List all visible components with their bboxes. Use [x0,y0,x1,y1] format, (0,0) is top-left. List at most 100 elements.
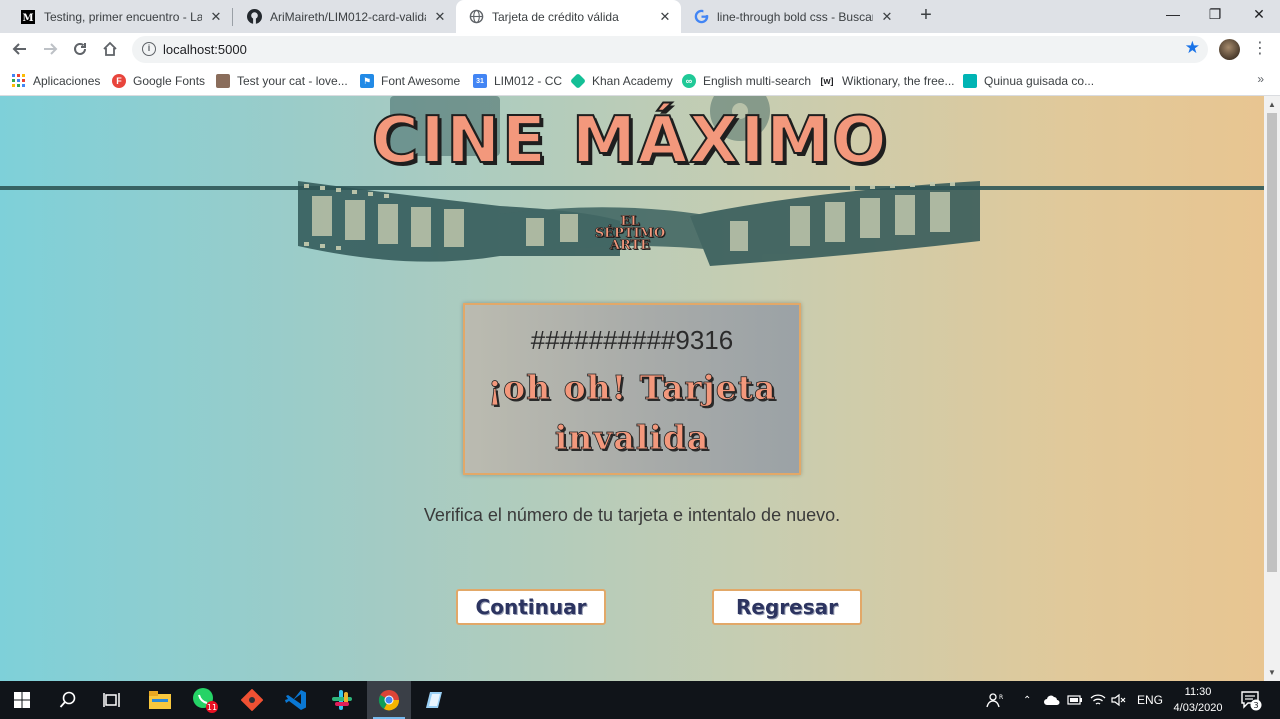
tab-testing[interactable]: M Testing, primer encuentro - Labo ✕ [8,0,232,33]
bookmark-label: Test your cat - love... [237,74,348,88]
close-window-button[interactable]: ✕ [1236,0,1280,30]
vscode-icon[interactable] [274,681,318,719]
verify-instructions: Verifica el número de tu tarjeta e inten… [423,505,841,525]
bookmark-label: Khan Academy [592,74,673,88]
multi-search-icon: ∞ [682,74,696,88]
minimize-button[interactable]: — [1150,0,1196,30]
system-clock[interactable]: 11:30 4/03/2020 [1170,684,1226,716]
clock-date: 4/03/2020 [1173,702,1223,714]
git-kraken-icon[interactable] [230,681,274,719]
scroll-up-icon[interactable]: ▲ [1268,100,1276,109]
notes-app-icon[interactable] [412,681,456,719]
action-center-icon[interactable]: 3 [1240,689,1262,711]
windows-taskbar: 11 R ⌃ ENG 11:30 4/03/2020 3 [0,681,1280,719]
result-line: ¡oh oh! Tarjeta [487,368,777,408]
masked-card-number: ##########9316 [530,325,734,355]
new-tab-button[interactable]: + [914,4,938,28]
tab-close-icon[interactable]: ✕ [208,9,224,25]
bookmark-label: Font Awesome [381,74,461,88]
google-icon [693,9,709,25]
github-icon [246,9,262,25]
invalid-card-message: ¡oh oh! Tarjeta invalida [465,363,799,463]
browser-toolbar: i localhost:5000 ★ [0,33,1280,66]
search-icon[interactable] [46,681,90,719]
bookmark-label: Quinua guisada co... [984,74,1095,88]
file-explorer-icon[interactable] [138,681,182,719]
medium-icon: M [20,9,36,25]
google-fonts-icon: F [112,74,126,88]
browser-menu-icon[interactable]: ⋮ [1252,38,1268,60]
continue-button[interactable]: Continuar [456,589,606,625]
font-awesome-icon: ⚑ [360,74,374,88]
bookmark-test-your-cat[interactable]: Test your cat - love... [216,72,348,90]
bookmark-label: Google Fonts [133,74,206,88]
bookmark-khan-academy[interactable]: Khan Academy [570,72,673,90]
reload-icon[interactable] [68,37,92,61]
brand-tagline: EL SÉPTIMO ARTE [580,215,680,253]
cat-icon [216,74,230,88]
tab-close-icon[interactable]: ✕ [879,9,895,25]
tab-close-icon[interactable]: ✕ [657,9,673,25]
result-line: invalida [554,418,710,458]
bookmark-label: Aplicaciones [33,74,101,88]
brand-title: CINE MÁXIMO [371,103,889,179]
bookmark-wiktionary[interactable]: [w] Wiktionary, the free... [819,72,955,90]
svg-text:M: M [22,13,33,24]
khan-academy-icon [570,73,586,89]
scrollbar-thumb[interactable] [1267,113,1277,572]
page-viewport: CINE MÁXIMO EL SÉPTIMO ARTE ##########93… [0,96,1264,681]
clock-time: 11:30 [1184,686,1212,698]
globe-icon [468,9,484,25]
wifi-icon[interactable] [1090,681,1106,719]
home-icon[interactable] [98,37,122,61]
recipe-icon [963,74,977,88]
tab-close-icon[interactable]: ✕ [432,9,448,25]
chrome-icon[interactable] [367,681,411,719]
site-info-icon[interactable]: i [142,42,156,56]
onedrive-icon[interactable] [1044,681,1060,719]
tagline-line: ARTE [609,238,651,253]
whatsapp-icon[interactable]: 11 [183,681,227,719]
back-button[interactable]: Regresar [712,589,862,625]
profile-avatar[interactable] [1219,39,1240,60]
battery-icon[interactable] [1067,681,1083,719]
bookmark-aplicaciones[interactable]: Aplicaciones [12,72,100,90]
tab-title: Tarjeta de crédito válida [492,9,619,24]
bookmark-font-awesome[interactable]: ⚑ Font Awesome [360,72,460,90]
bookmark-english-multi-search[interactable]: ∞ English multi-search [682,72,811,90]
bookmark-star-icon[interactable]: ★ [1185,38,1200,58]
tab-strip: M Testing, primer encuentro - Labo ✕ Ari… [0,0,1280,33]
tab-title: Testing, primer encuentro - Labo [44,9,202,24]
slack-icon[interactable] [320,681,364,719]
tray-overflow-icon[interactable]: ⌃ [1023,681,1031,719]
people-icon[interactable]: R [986,681,1004,719]
scroll-down-icon[interactable]: ▼ [1268,668,1276,677]
tab-google-search[interactable]: line-through bold css - Buscar co ✕ [681,0,903,33]
validation-result-box: ##########9316 ¡oh oh! Tarjeta invalida [463,303,801,475]
address-bar[interactable]: i localhost:5000 ★ [132,36,1208,63]
volume-muted-icon[interactable] [1111,681,1127,719]
bookmark-label: English multi-search [703,74,812,88]
restore-button[interactable]: ❐ [1192,0,1238,30]
bookmark-google-fonts[interactable]: F Google Fonts [112,72,205,90]
language-indicator[interactable]: ENG [1137,681,1163,719]
forward-icon[interactable] [38,37,62,61]
page-scrollbar[interactable]: ▲ ▼ [1264,96,1280,681]
tab-title: line-through bold css - Buscar co [717,9,873,24]
task-view-icon[interactable] [90,681,134,719]
tab-github[interactable]: AriMaireth/LIM012-card-validatic ✕ [234,0,456,33]
windows-start-icon[interactable] [0,681,44,719]
bookmark-lim012[interactable]: 31 LIM012 - CC [473,72,562,90]
bookmark-label: Wiktionary, the free... [842,74,955,88]
whatsapp-badge: 11 [207,703,217,712]
svg-text:R: R [999,694,1003,701]
back-icon[interactable] [8,37,32,61]
bookmarks-bar: Aplicaciones F Google Fonts Test your ca… [0,66,1280,96]
tab-separator [232,8,233,26]
bookmarks-overflow-icon[interactable]: » [1257,72,1264,86]
bookmark-quinua[interactable]: Quinua guisada co... [963,72,1094,90]
tab-active-tarjeta[interactable]: Tarjeta de crédito válida ✕ [456,0,681,33]
apps-grid-icon [12,74,26,88]
tab-title: AriMaireth/LIM012-card-validatic [270,9,426,24]
url-text[interactable]: localhost:5000 [163,42,247,57]
